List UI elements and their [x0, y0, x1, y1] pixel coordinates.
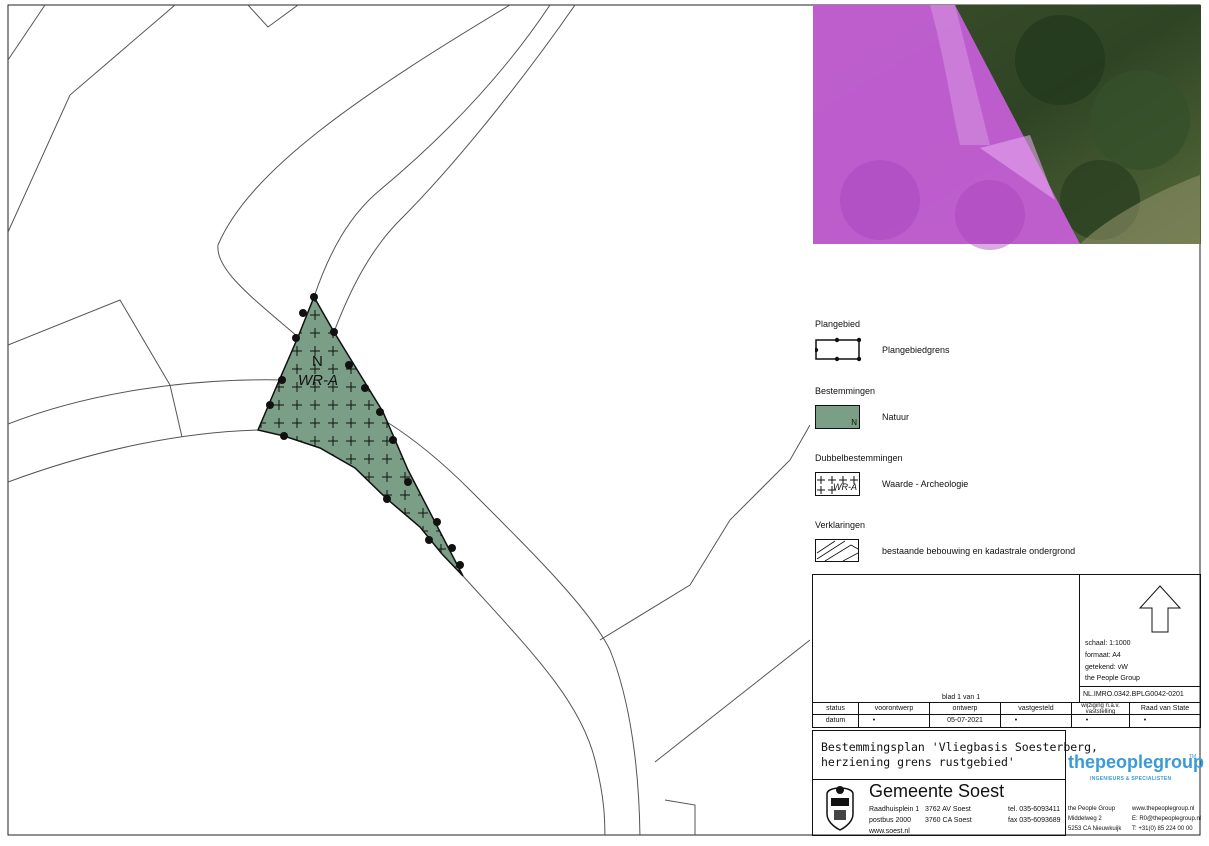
company-text: the People Group	[1085, 675, 1140, 682]
aerial-photo-inset	[813, 5, 1201, 250]
status-header-5: Raad van State	[1140, 705, 1190, 712]
brand-tm: TM	[1189, 754, 1197, 760]
drawn-text: getekend: vW	[1085, 664, 1128, 671]
legend-title-verklaringen: Verklaringen	[815, 520, 866, 530]
brand-logo-text: thepeoplegroup	[1068, 752, 1204, 772]
zone-code-archeologie: WR-A	[298, 372, 338, 389]
archeologie-symbol-code: WR-A	[833, 482, 857, 492]
scale-text: schaal: 1:1000	[1085, 640, 1131, 647]
address-line-1: Raadhuisplein 1	[869, 806, 920, 813]
status-cell-2: 05-07-2021	[947, 717, 983, 724]
tpg-web: www.thepeoplegroup.nl	[1132, 806, 1195, 812]
natuur-symbol-code: N	[851, 418, 857, 427]
legend-label-kadastrale: bestaande bebouwing en kadastrale onderg…	[882, 546, 1076, 556]
status-header-0: status	[826, 705, 845, 712]
plan-title-line2: herziening grens rustgebied'	[821, 755, 1015, 769]
kadastrale-symbol	[815, 539, 859, 562]
tpg-contact-1: the People Group	[1068, 806, 1116, 812]
status-header-3: vastgesteld	[1018, 705, 1054, 712]
gemeente-name: Gemeente Soest	[869, 781, 1005, 801]
legend-title-plangebied: Plangebied	[815, 319, 861, 329]
gemeente-crest-icon	[826, 786, 854, 831]
gemeente-box: Gemeente Soest Raadhuisplein 1 postbus 2…	[812, 778, 1066, 836]
format-text: formaat: A4	[1085, 652, 1121, 659]
plan-id: NL.IMRO.0342.BPLG0042-0201	[1083, 691, 1184, 698]
status-cell-0: datum	[825, 717, 846, 724]
plan-title-line1: Bestemmingsplan 'Vliegbasis Soesterberg,	[821, 740, 1098, 754]
legend-label-archeologie: Waarde - Archeologie	[882, 479, 969, 489]
address-tel: tel. 035-6093411	[1008, 806, 1061, 813]
legend-title-dubbelbestemmingen: Dubbelbestemmingen	[815, 453, 903, 463]
plan-boundary-symbol	[815, 337, 861, 362]
status-cell-5: •	[1143, 717, 1147, 724]
tpg-phone: T: +31(0) 85 224 00 00	[1132, 826, 1193, 832]
status-header-2: ontwerp	[952, 705, 978, 712]
archeologie-symbol: WR-A	[815, 472, 860, 496]
address-line-2: postbus 2000	[869, 817, 912, 824]
zone-code-natuur: N	[312, 353, 323, 370]
title-block: schaal: 1:1000 formaat: A4 getekend: vW …	[812, 574, 1204, 836]
brand-subtitle: INGENIEURS & SPECIALISTEN	[1090, 776, 1172, 782]
tpg-email: E: R0@thepeoplegroup.nl	[1132, 816, 1202, 822]
brand-box: thepeoplegroup TM INGENIEURS & SPECIALIS…	[1065, 730, 1204, 802]
sheet-number: blad 1 van 1	[942, 694, 981, 701]
kadastrale-lines	[8, 5, 810, 835]
north-arrow-icon	[1138, 585, 1182, 633]
status-header-4: wijziging n.a.v. vaststelling	[1081, 703, 1120, 715]
status-cell-3: •	[1014, 717, 1018, 724]
address-postcode-2: 3760 CA Soest	[925, 817, 972, 824]
plan-title-box: Bestemmingsplan 'Vliegbasis Soesterberg,…	[812, 730, 1098, 780]
status-cell-1: •	[872, 717, 876, 724]
address-website: www.soest.nl	[869, 828, 910, 835]
legend-label-plangebiedgrens: Plangebiedgrens	[882, 345, 950, 355]
address-fax: fax 035-6093689	[1008, 817, 1061, 824]
status-table: status voorontwerp ontwerp vastgesteld w…	[812, 702, 1201, 728]
natuur-symbol: N	[815, 405, 860, 429]
address-postcode-1: 3762 AV Soest	[925, 806, 971, 813]
tpg-contact-3: 5253 CA Nieuwkuijk	[1068, 826, 1122, 832]
status-header-1: voorontwerp	[874, 705, 914, 712]
tpg-contact-2: Middelweg 2	[1068, 816, 1102, 822]
legend-label-natuur: Natuur	[882, 412, 910, 422]
status-cell-4: •	[1085, 717, 1089, 724]
legend-title-bestemmingen: Bestemmingen	[815, 386, 876, 396]
